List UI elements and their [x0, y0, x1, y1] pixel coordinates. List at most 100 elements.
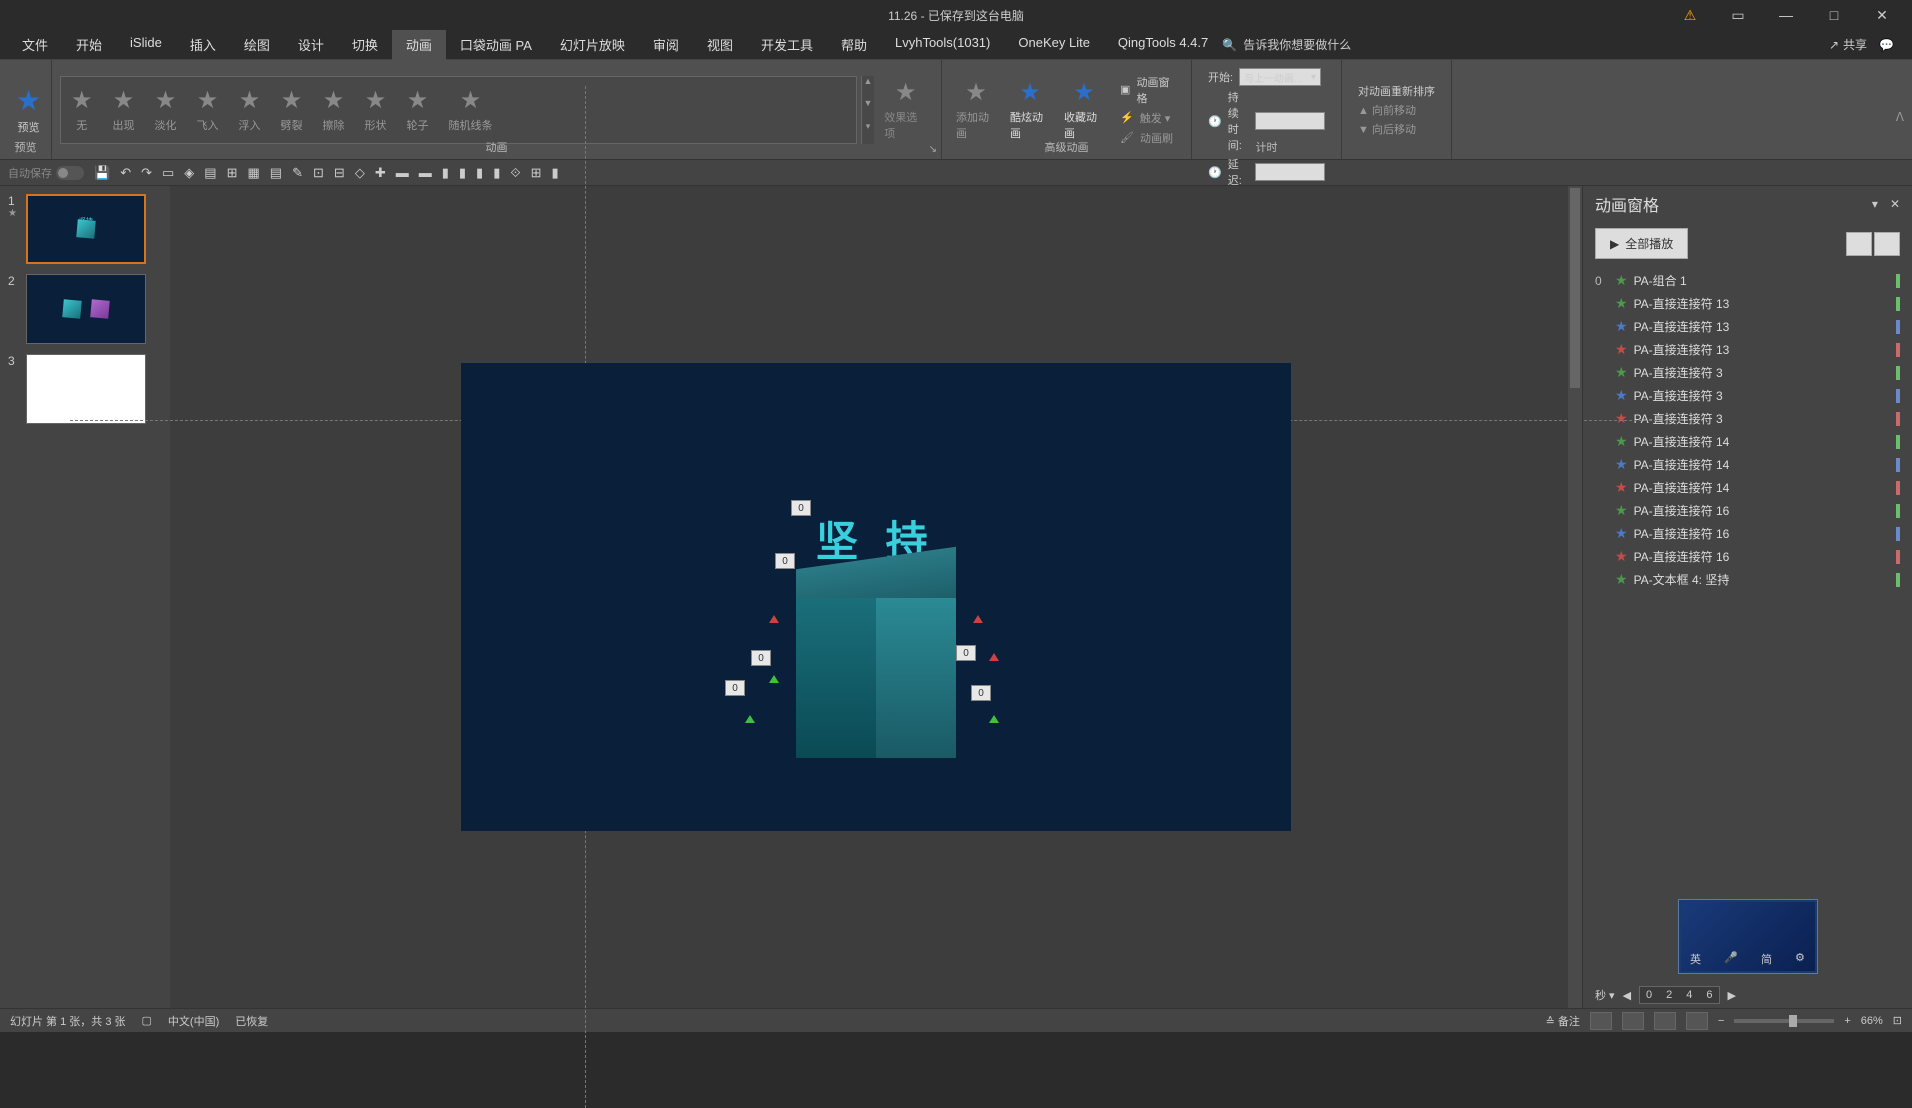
- ribbon-display-icon[interactable]: ▭: [1718, 0, 1758, 30]
- qat-icon[interactable]: ▮: [493, 165, 500, 181]
- reading-view-button[interactable]: [1654, 1012, 1676, 1030]
- qat-icon[interactable]: ✎: [292, 165, 303, 181]
- menu-tab[interactable]: 设计: [284, 29, 338, 60]
- close-button[interactable]: ✕: [1862, 0, 1902, 30]
- duration-input[interactable]: [1255, 112, 1325, 130]
- delay-input[interactable]: [1255, 163, 1325, 181]
- add-animation-button[interactable]: ★ 添加动画: [950, 76, 1002, 143]
- dialog-launcher-icon[interactable]: ↘: [929, 144, 937, 155]
- maximize-button[interactable]: □: [1814, 0, 1854, 30]
- ime-preview[interactable]: 英 🎤 简 ⚙: [1678, 899, 1818, 974]
- qat-icon[interactable]: ▬: [419, 165, 432, 180]
- animation-list-item[interactable]: ★PA-直接连接符 16: [1591, 545, 1904, 568]
- notes-button[interactable]: ≙ 备注: [1546, 1013, 1580, 1029]
- menu-tab[interactable]: 插入: [176, 29, 230, 60]
- menu-tab[interactable]: 开发工具: [747, 29, 827, 60]
- menu-tab[interactable]: 幻灯片放映: [546, 29, 639, 60]
- minimize-button[interactable]: —: [1766, 0, 1806, 30]
- timeline-ruler[interactable]: 0 2 4 6: [1639, 986, 1720, 1004]
- animation-list-item[interactable]: ★PA-直接连接符 3: [1591, 361, 1904, 384]
- menu-tab[interactable]: 切换: [338, 29, 392, 60]
- menu-tab[interactable]: OneKey Lite: [1004, 29, 1104, 60]
- zoom-out-button[interactable]: −: [1718, 1015, 1724, 1027]
- share-button[interactable]: ↗ 共享: [1829, 36, 1867, 53]
- animation-list-item[interactable]: ★PA-直接连接符 13: [1591, 315, 1904, 338]
- animation-pane-button[interactable]: ▣动画窗格: [1120, 74, 1175, 106]
- qat-icon[interactable]: ⊟: [334, 165, 345, 181]
- fit-window-icon[interactable]: ⊡: [1893, 1014, 1902, 1027]
- animation-preset[interactable]: ★擦除: [317, 84, 351, 135]
- save-icon[interactable]: 💾: [94, 165, 110, 181]
- animation-preset[interactable]: ★无: [65, 84, 99, 135]
- animation-list-item[interactable]: ★PA-直接连接符 3: [1591, 384, 1904, 407]
- move-down-button[interactable]: [1874, 232, 1900, 256]
- play-all-button[interactable]: ▶ 全部播放: [1595, 228, 1688, 259]
- qat-icon[interactable]: ◇: [355, 165, 365, 181]
- redo-icon[interactable]: ↷: [141, 165, 152, 181]
- animation-list-item[interactable]: ★PA-直接连接符 14: [1591, 430, 1904, 453]
- menu-tab[interactable]: 口袋动画 PA: [446, 29, 546, 60]
- menu-tab[interactable]: 开始: [62, 29, 116, 60]
- menu-tab[interactable]: 帮助: [827, 29, 881, 60]
- qat-icon[interactable]: ▮: [442, 165, 449, 181]
- animation-list-item[interactable]: ★PA-直接连接符 13: [1591, 292, 1904, 315]
- animation-marker[interactable]: 0: [725, 680, 745, 696]
- menu-tab[interactable]: 绘图: [230, 29, 284, 60]
- sorter-view-button[interactable]: [1622, 1012, 1644, 1030]
- timeline-prev-icon[interactable]: ◀: [1623, 989, 1631, 1002]
- zoom-in-button[interactable]: +: [1844, 1015, 1850, 1027]
- menu-tab[interactable]: 审阅: [639, 29, 693, 60]
- qat-icon[interactable]: ⟐: [510, 165, 520, 181]
- warning-icon[interactable]: ⚠: [1670, 0, 1710, 30]
- animation-list-item[interactable]: ★PA-直接连接符 16: [1591, 522, 1904, 545]
- animation-marker[interactable]: 0: [775, 553, 795, 569]
- preview-button[interactable]: ★ 预览: [8, 80, 49, 139]
- language-status[interactable]: 中文(中国): [168, 1013, 219, 1029]
- undo-icon[interactable]: ↶: [120, 165, 131, 181]
- menu-tab[interactable]: QingTools 4.4.7: [1104, 29, 1222, 60]
- slide[interactable]: 坚 持 0 0 0 0 0 0: [461, 363, 1291, 831]
- collect-button[interactable]: ★ 收藏动画: [1058, 76, 1110, 143]
- pane-menu-icon[interactable]: ▾: [1872, 197, 1878, 211]
- autosave-toggle[interactable]: 自动保存: [8, 165, 84, 181]
- menu-tab[interactable]: 动画: [392, 29, 446, 60]
- animation-gallery[interactable]: ★无★出现★淡化★飞入★浮入★劈裂★擦除★形状★轮子★随机线条: [60, 76, 857, 144]
- slideshow-view-button[interactable]: [1686, 1012, 1708, 1030]
- animation-marker[interactable]: 0: [971, 685, 991, 701]
- qat-icon[interactable]: ▦: [248, 165, 260, 181]
- animation-marker[interactable]: 0: [791, 500, 811, 516]
- normal-view-button[interactable]: [1590, 1012, 1612, 1030]
- qat-icon[interactable]: ⊞: [531, 165, 542, 181]
- qat-icon[interactable]: ▮: [476, 165, 483, 181]
- menu-tab[interactable]: iSlide: [116, 29, 176, 60]
- menu-tab[interactable]: 视图: [693, 29, 747, 60]
- timeline-unit-dropdown[interactable]: 秒 ▾: [1595, 987, 1615, 1003]
- animation-preset[interactable]: ★随机线条: [443, 84, 499, 135]
- animation-preset[interactable]: ★飞入: [191, 84, 225, 135]
- qat-icon[interactable]: ▮: [459, 165, 466, 181]
- menu-tab[interactable]: LvyhTools(1031): [881, 29, 1004, 60]
- thumbnail-3[interactable]: [26, 354, 146, 424]
- animation-preset[interactable]: ★形状: [359, 84, 393, 135]
- collapse-ribbon-icon[interactable]: ᐱ: [1896, 110, 1904, 124]
- animation-list-item[interactable]: ★PA-直接连接符 16: [1591, 499, 1904, 522]
- qat-icon[interactable]: ▬: [396, 165, 409, 180]
- animation-list-item[interactable]: 0★PA-组合 1: [1591, 269, 1904, 292]
- thumbnail-2[interactable]: [26, 274, 146, 344]
- gallery-down-icon[interactable]: ▼: [862, 98, 875, 121]
- comments-icon[interactable]: 💬: [1879, 38, 1894, 52]
- gallery-up-icon[interactable]: ▲: [862, 76, 875, 99]
- slide-count[interactable]: 幻灯片 第 1 张，共 3 张: [10, 1013, 126, 1029]
- qat-icon[interactable]: ▭: [162, 165, 174, 181]
- animation-marker[interactable]: 0: [751, 650, 771, 666]
- animation-preset[interactable]: ★淡化: [149, 84, 183, 135]
- qat-icon[interactable]: ▮: [552, 165, 559, 181]
- animation-marker[interactable]: 0: [956, 645, 976, 661]
- timeline-next-icon[interactable]: ▶: [1728, 989, 1736, 1002]
- zoom-slider[interactable]: [1734, 1019, 1834, 1023]
- vertical-scrollbar[interactable]: [1568, 186, 1582, 1008]
- animation-preset[interactable]: ★轮子: [401, 84, 435, 135]
- cube-shape[interactable]: [796, 558, 956, 758]
- animation-preset[interactable]: ★出现: [107, 84, 141, 135]
- animation-preset[interactable]: ★劈裂: [275, 84, 309, 135]
